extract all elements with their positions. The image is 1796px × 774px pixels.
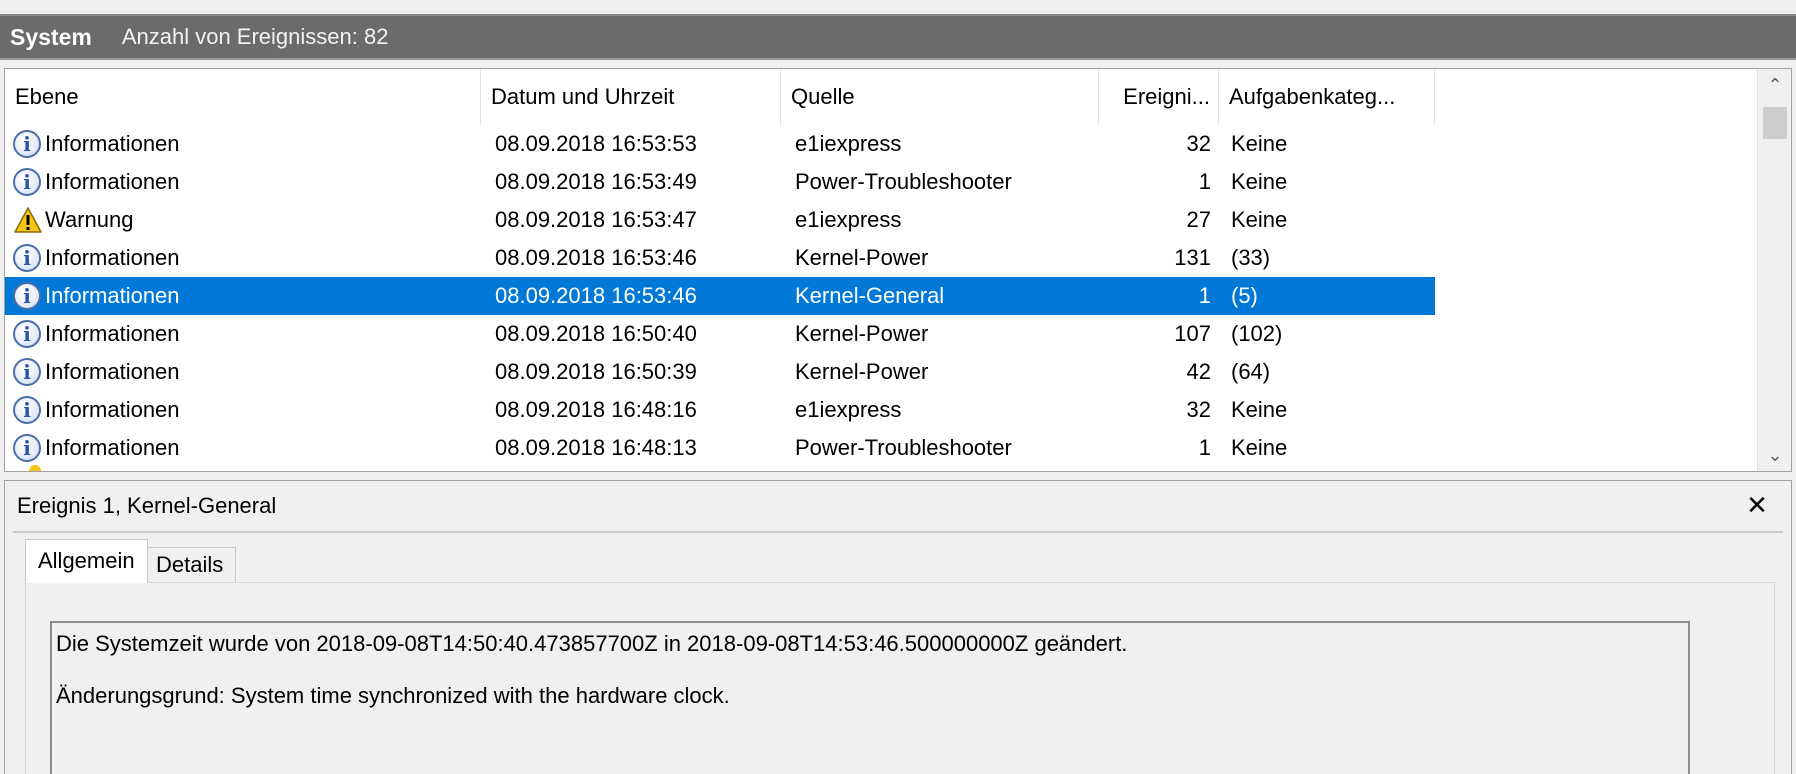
cell-event-id: 1 [1198,283,1211,308]
close-icon[interactable]: ✕ [1741,487,1773,523]
scroll-up-icon[interactable]: ⌃ [1758,69,1791,101]
column-header-date[interactable]: Datum und Uhrzeit [481,69,781,125]
event-list-scrollbar[interactable]: ⌃ ⌄ [1757,69,1791,471]
event-rows: i Informationen 08.09.2018 16:53:53 e1iexpr… [5,125,1435,467]
cell-source: Kernel-Power [795,321,929,346]
cell-source: e1iexpress [795,207,902,232]
cell-event-id: 42 [1186,359,1211,384]
cell-level: i Informationen [13,429,483,467]
column-header-level[interactable]: Ebene [5,69,481,125]
cell-date: 08.09.2018 16:53:46 [495,245,697,270]
level-label: Informationen [45,131,180,156]
description-reason: Änderungsgrund: System time synchronized… [56,683,730,708]
cell-date: 08.09.2018 16:53:49 [495,169,697,194]
table-row[interactable]: Warnung 08.09.2018 16:53:47 e1iexpress 27 Ke… [5,201,1435,239]
detail-title: Ereignis 1, Kernel-General [17,493,277,518]
cell-event-id: 107 [1174,321,1211,346]
scroll-thumb[interactable] [1763,107,1787,139]
cell-event-id: 32 [1186,397,1211,422]
level-label: Informationen [45,321,180,346]
cell-source: Kernel-General [795,283,945,308]
info-icon: i [13,168,41,196]
cell-event-id: 131 [1174,245,1211,270]
level-label: Warnung [45,207,134,232]
cell-level: i Informationen [13,239,483,277]
info-icon: i [13,130,41,158]
cell-task-category: Keine [1231,435,1288,460]
cell-level: Warnung [13,201,483,239]
tab-details[interactable]: Details [143,547,237,583]
tab-allgemein[interactable]: Allgemein [25,539,148,583]
table-row[interactable]: i Informationen 08.09.2018 16:53:46 Kernel-… [5,239,1435,277]
column-header-row: Ebene Datum und Uhrzeit Quelle Ereigni..… [5,69,1435,125]
cell-source: Power-Troubleshooter [795,169,1012,194]
cell-task-category: (5) [1231,283,1258,308]
cell-date: 08.09.2018 16:48:13 [495,435,697,460]
cell-task-category: Keine [1231,131,1288,156]
level-label: Informationen [45,397,180,422]
cell-date: 08.09.2018 16:53:46 [495,283,697,308]
event-count: Anzahl von Ereignissen: 82 [121,24,389,49]
info-icon: i [13,244,41,272]
column-header-task-category[interactable]: Aufgabenkateg... [1219,69,1435,125]
event-description-box[interactable]: Die Systemzeit wurde von 2018-09-08T14:5… [50,621,1690,774]
description-text: Die Systemzeit wurde von 2018-09-08T14:5… [56,631,1128,656]
detail-divider [13,531,1783,533]
cell-level: i Informationen [13,125,483,163]
cell-event-id: 32 [1186,131,1211,156]
warning-icon [29,465,41,471]
tab-panel-general: Die Systemzeit wurde von 2018-09-08T14:5… [25,582,1775,774]
log-header-bar: System Anzahl von Ereignissen: 82 [0,14,1796,60]
log-title: System [10,23,92,50]
cell-level: i Informationen [13,391,483,429]
table-row[interactable]: i Informationen 08.09.2018 16:48:13 Power-T… [5,429,1435,467]
cell-date: 08.09.2018 16:50:39 [495,359,697,384]
cell-event-id: 27 [1186,207,1211,232]
cell-event-id: 1 [1198,435,1211,460]
level-label: Informationen [45,283,180,308]
info-icon: i [13,282,41,310]
event-list[interactable]: Ebene Datum und Uhrzeit Quelle Ereigni..… [4,68,1792,472]
column-header-event-id[interactable]: Ereigni... [1099,69,1219,125]
window-top-strip [0,0,1796,14]
table-row[interactable]: i Informationen 08.09.2018 16:50:40 Kernel-… [5,315,1435,353]
cell-date: 08.09.2018 16:53:47 [495,207,697,232]
cell-level: i Informationen [13,163,483,201]
table-row[interactable]: i Informationen 08.09.2018 16:53:49 Power-T… [5,163,1435,201]
table-row[interactable]: i Informationen 08.09.2018 16:53:46 Kernel-… [5,277,1435,315]
level-label: Informationen [45,169,180,194]
info-icon: i [13,434,41,462]
cell-date: 08.09.2018 16:50:40 [495,321,697,346]
cell-level: i Informationen [13,277,483,315]
cell-source: Kernel-Power [795,359,929,384]
table-row[interactable]: i Informationen 08.09.2018 16:53:53 e1iexpr… [5,125,1435,163]
cell-level: i Informationen [13,315,483,353]
event-detail-pane: Ereignis 1, Kernel-General ✕ Allgemein D… [4,480,1792,774]
cell-task-category: Keine [1231,397,1288,422]
table-row[interactable]: i Informationen 08.09.2018 16:48:16 e1iexpr… [5,391,1435,429]
cell-task-category: (102) [1231,321,1283,346]
level-label: Informationen [45,435,180,460]
level-label: Informationen [45,359,180,384]
warning-icon [13,206,43,234]
cell-task-category: Keine [1231,169,1288,194]
cell-task-category: (33) [1231,245,1271,270]
cell-source: e1iexpress [795,397,902,422]
info-icon: i [13,358,41,386]
cell-task-category: (64) [1231,359,1271,384]
column-header-source[interactable]: Quelle [781,69,1099,125]
cell-source: Power-Troubleshooter [795,435,1012,460]
table-row[interactable]: i Informationen 08.09.2018 16:50:39 Kernel-… [5,353,1435,391]
cell-task-category: Keine [1231,207,1288,232]
cell-source: Kernel-Power [795,245,929,270]
cell-date: 08.09.2018 16:53:53 [495,131,697,156]
info-icon: i [13,396,41,424]
cell-source: e1iexpress [795,131,902,156]
level-label: Informationen [45,245,180,270]
cell-level: i Informationen [13,353,483,391]
cell-event-id: 1 [1198,169,1211,194]
info-icon: i [13,320,41,348]
scroll-down-icon[interactable]: ⌄ [1758,439,1791,471]
cell-date: 08.09.2018 16:48:16 [495,397,697,422]
